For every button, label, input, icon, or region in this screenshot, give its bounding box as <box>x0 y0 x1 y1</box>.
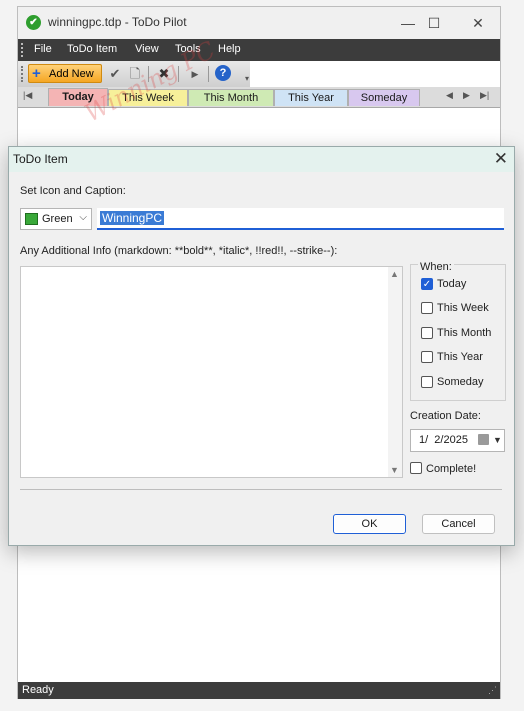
today-checkbox-label[interactable]: Today <box>437 278 466 290</box>
dialog-title-bar[interactable]: ToDo Item ✕ <box>9 147 514 172</box>
someday-checkbox[interactable] <box>421 376 433 388</box>
menu-file[interactable]: File <box>34 43 52 55</box>
todo-item-dialog: ToDo Item ✕ Set Icon and Caption: Green … <box>8 146 515 546</box>
close-button[interactable]: ✕ <box>456 7 500 39</box>
this-week-checkbox[interactable] <box>421 302 433 314</box>
additional-info-textarea[interactable]: ▲ ▼ <box>20 266 403 478</box>
this-month-checkbox[interactable] <box>421 327 433 339</box>
window-title: winningpc.tdp - ToDo Pilot <box>48 15 187 29</box>
toolbar-grip[interactable] <box>21 66 25 82</box>
title-bar[interactable]: ✔ winningpc.tdp - ToDo Pilot — ☐ ✕ <box>18 7 500 39</box>
green-icon <box>25 213 38 225</box>
resize-grip-icon[interactable]: ⋰ <box>488 685 497 696</box>
info-scrollbar[interactable]: ▲ ▼ <box>388 267 402 477</box>
complete-checkbox[interactable] <box>410 462 422 474</box>
add-new-button[interactable]: + Add New <box>28 64 102 83</box>
ok-button[interactable]: OK <box>333 514 406 534</box>
next-tab-icon[interactable]: ▶ <box>463 90 470 101</box>
menu-view[interactable]: View <box>135 43 159 55</box>
dialog-title: ToDo Item <box>13 152 68 166</box>
additional-info-label: Any Additional Info (markdown: **bold**,… <box>20 245 338 257</box>
calendar-icon[interactable] <box>478 434 489 445</box>
complete-checkbox-label[interactable]: Complete! <box>426 463 476 475</box>
plus-icon: + <box>32 65 41 82</box>
maximize-button[interactable]: ☐ <box>412 7 456 39</box>
this-month-checkbox-label[interactable]: This Month <box>437 327 491 339</box>
icon-select[interactable]: Green ⌵ <box>20 208 92 230</box>
chevron-down-icon: ⌵ <box>79 212 87 223</box>
app-check-icon: ✔ <box>26 15 41 30</box>
icon-caption-label: Set Icon and Caption: <box>20 185 126 197</box>
today-checkbox[interactable]: ✓ <box>421 278 433 290</box>
previous-tab-icon[interactable]: ◀ <box>446 90 453 101</box>
last-tab-icon[interactable]: ▶| <box>480 90 489 101</box>
dialog-close-button[interactable]: ✕ <box>494 149 508 169</box>
cancel-button[interactable]: Cancel <box>422 514 495 534</box>
status-text: Ready <box>22 684 54 696</box>
scroll-up-icon[interactable]: ▲ <box>390 269 399 279</box>
toolbar-separator <box>208 66 209 82</box>
creation-date-value: 1/ 2/2025 <box>419 434 468 446</box>
when-label: When: <box>418 261 454 273</box>
this-year-checkbox-label[interactable]: This Year <box>437 351 483 363</box>
help-icon[interactable]: ? <box>215 65 231 81</box>
add-new-label: Add New <box>49 68 94 80</box>
menu-help[interactable]: Help <box>218 43 241 55</box>
tab-this-year[interactable]: This Year <box>274 89 348 106</box>
creation-date-label: Creation Date: <box>410 410 481 422</box>
menubar-grip[interactable] <box>21 43 25 57</box>
icon-select-value: Green <box>42 213 73 225</box>
when-group: When: ✓ Today This Week This Month This … <box>410 261 506 401</box>
first-tab-icon[interactable]: |◀ <box>23 90 32 101</box>
status-bar: Ready ⋰ <box>18 682 500 699</box>
toolbar-overflow-icon[interactable]: ▾ <box>238 70 256 88</box>
tab-someday[interactable]: Someday <box>348 89 420 106</box>
caption-input[interactable]: WinningPC <box>97 208 504 230</box>
someday-checkbox-label[interactable]: Someday <box>437 376 483 388</box>
menu-bar: File ToDo Item View Tools Help <box>18 39 500 61</box>
chevron-down-icon[interactable]: ▼ <box>493 435 502 445</box>
caption-value: WinningPC <box>100 211 165 225</box>
scroll-down-icon[interactable]: ▼ <box>390 465 399 475</box>
tab-this-month[interactable]: This Month <box>188 89 274 106</box>
creation-date-picker[interactable]: 1/ 2/2025 ▼ <box>410 429 505 452</box>
this-year-checkbox[interactable] <box>421 351 433 363</box>
divider <box>20 489 502 490</box>
menu-todo-item[interactable]: ToDo Item <box>67 43 117 55</box>
this-week-checkbox-label[interactable]: This Week <box>437 302 489 314</box>
